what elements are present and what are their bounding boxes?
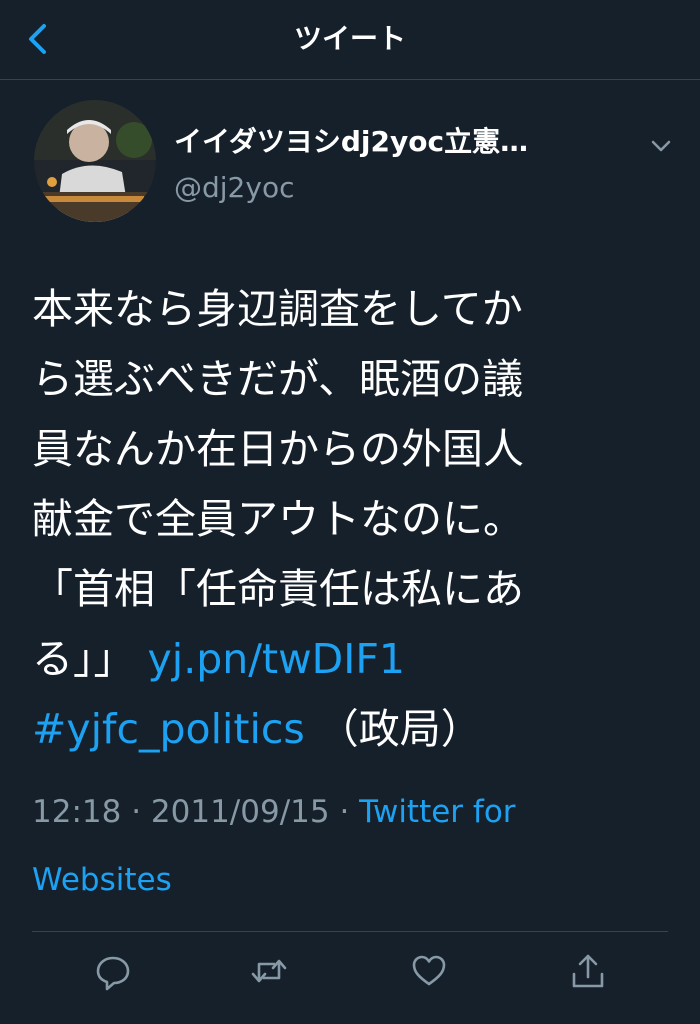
retweet-button[interactable] xyxy=(249,950,289,992)
reply-button[interactable] xyxy=(93,950,133,992)
meta-separator: · xyxy=(329,794,360,830)
tweet-text-line: 員なんか在日からの外国人 xyxy=(32,425,524,473)
retweet-icon xyxy=(251,959,287,983)
tweet-time: 12:18 xyxy=(32,794,122,830)
divider xyxy=(32,931,668,932)
reply-icon xyxy=(96,956,130,991)
hashtag-link[interactable]: #yjfc_politics xyxy=(32,705,305,753)
author-name[interactable]: イイダツヨシdj2yoc立憲… xyxy=(174,122,614,162)
tweet-detail-screen: ツイート イイダツヨシdj2yoc立憲… @dj2yoc 本来なら身辺調査をして… xyxy=(0,0,700,1024)
tweet-text-line: 「首相「任命責任は私にあ xyxy=(32,565,524,613)
tweet-text-line: 献金で全員アウトなのに。 xyxy=(32,495,524,543)
share-icon xyxy=(572,954,604,988)
meta-separator: · xyxy=(121,794,151,830)
like-button[interactable] xyxy=(409,950,449,992)
share-button[interactable] xyxy=(568,950,608,992)
chevron-down-icon xyxy=(651,140,671,152)
tweet-text-fragment: （政局） xyxy=(304,705,482,753)
more-options-button[interactable] xyxy=(645,130,677,162)
tweet-text-line: る」」 yj.pn/twDIF1 xyxy=(32,624,652,694)
tweet-text-line: ら選ぶべきだが、眠酒の議 xyxy=(32,355,524,403)
tweet-link[interactable]: yj.pn/twDIF1 xyxy=(148,635,405,683)
tweet-text-line: #yjfc_politics （政局） xyxy=(32,694,652,764)
navigation-bar: ツイート xyxy=(0,0,700,80)
page-title: ツイート xyxy=(293,22,406,55)
tweet-text-line: 本来なら身辺調査をしてか xyxy=(32,285,523,333)
tweet-date: 2011/09/15 xyxy=(150,794,330,830)
like-icon xyxy=(412,955,446,986)
author-handle[interactable]: @dj2yoc xyxy=(174,168,294,208)
tweet-metadata: 12:18 · 2011/09/15 · Twitter for Website… xyxy=(32,778,652,914)
tweet-text-fragment: る」」 xyxy=(32,635,148,683)
tweet-text: 本来なら身辺調査をしてか ら選ぶべきだが、眠酒の議 員なんか在日からの外国人 献… xyxy=(32,274,652,764)
avatar[interactable] xyxy=(34,100,156,222)
